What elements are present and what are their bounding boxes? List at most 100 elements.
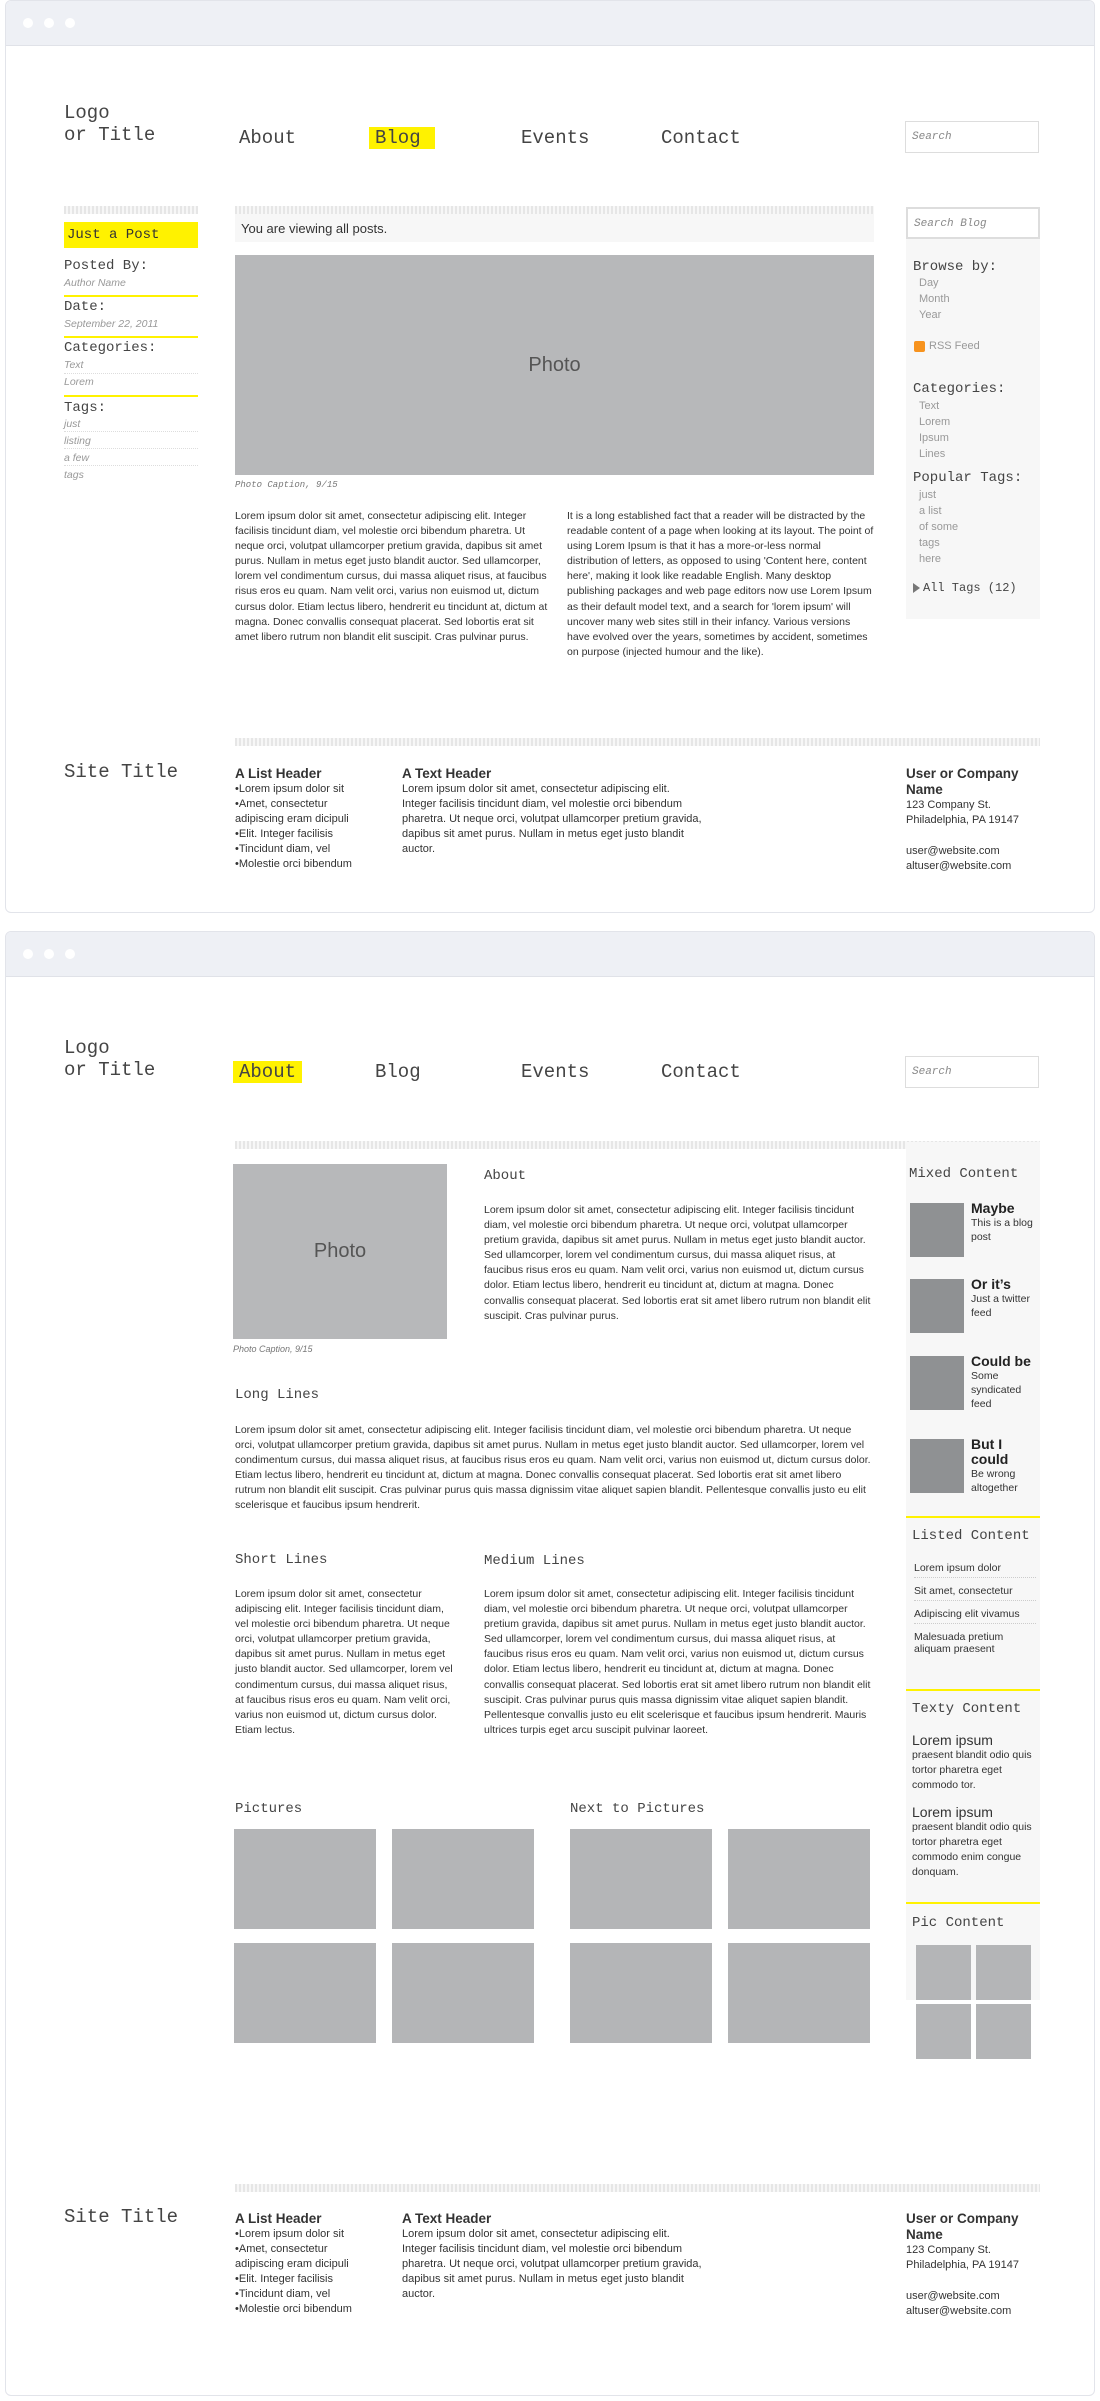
all-tags-link[interactable]: All Tags (12)	[913, 581, 1017, 595]
texty-content-label: Texty Content	[912, 1701, 1022, 1717]
categories-label: Categories:	[64, 340, 157, 356]
picture-placeholder[interactable]	[728, 1829, 870, 1929]
texty-item[interactable]: Lorem ipsum praesent blandit odio quis t…	[912, 1732, 1036, 1793]
window-dot-icon[interactable]	[65, 949, 75, 959]
category-link[interactable]: Text	[919, 398, 950, 414]
picture-placeholder[interactable]	[234, 1943, 376, 2043]
post-photo[interactable]: Photo	[235, 255, 874, 475]
window-dot-icon[interactable]	[44, 18, 54, 28]
search-input[interactable]: Search	[905, 1056, 1039, 1088]
sidebar-categories-list: Text Lorem Ipsum Lines	[919, 398, 950, 462]
tag-link[interactable]: here	[919, 551, 958, 567]
email-link[interactable]: altuser@website.com	[906, 859, 1011, 874]
mixed-content-label: Mixed Content	[909, 1166, 1019, 1182]
company-name: User or Company Name	[906, 766, 1019, 797]
nav-blog[interactable]: Blog	[369, 1061, 427, 1083]
tag-link[interactable]: listing	[64, 435, 198, 449]
tag-link[interactable]: just	[64, 418, 198, 432]
photo-caption: Photo Caption, 9/15	[233, 1344, 313, 1354]
post-body-col1: Lorem ipsum dolor sit amet, consectetur …	[235, 510, 548, 643]
window-dot-icon[interactable]	[44, 949, 54, 959]
tags-label: Tags:	[64, 400, 107, 416]
browse-year-link[interactable]: Year	[919, 307, 950, 323]
nav-about[interactable]: About	[233, 1061, 303, 1083]
email-link[interactable]: user@website.com	[906, 2289, 1011, 2304]
nav-blog[interactable]: Blog	[369, 127, 435, 149]
post-title[interactable]: Just a Post	[64, 222, 198, 248]
nav-events[interactable]: Events	[515, 1061, 595, 1083]
nav-contact[interactable]: Contact	[655, 127, 747, 149]
nav-contact[interactable]: Contact	[655, 1061, 747, 1083]
tag-link[interactable]: of some	[919, 519, 958, 535]
picture-placeholder[interactable]	[570, 1829, 712, 1929]
medium-lines-title: Medium Lines	[484, 1553, 585, 1569]
window-dot-icon[interactable]	[65, 18, 75, 28]
nav-about[interactable]: About	[233, 127, 302, 149]
mixed-thumb[interactable]	[910, 1439, 964, 1493]
picture-placeholder[interactable]	[728, 1943, 870, 2043]
browse-month-link[interactable]: Month	[919, 291, 950, 307]
rss-link[interactable]: RSS Feed	[914, 338, 980, 354]
tag-link[interactable]: a few	[64, 452, 198, 466]
mixed-item[interactable]: Could be Some syndicated feed	[971, 1354, 1037, 1411]
divider	[906, 1516, 1040, 1518]
tag-link[interactable]: tags	[919, 535, 958, 551]
logo[interactable]: Logo or Title	[64, 1037, 155, 1081]
category-link[interactable]: Text	[64, 359, 198, 374]
search-blog-input[interactable]: Search Blog	[906, 207, 1040, 239]
picture-placeholder[interactable]	[570, 1943, 712, 2043]
list-item[interactable]: Lorem ipsum dolor	[914, 1559, 1036, 1578]
triangle-right-icon	[913, 583, 920, 593]
picture-placeholder[interactable]	[234, 1829, 376, 1929]
email-link[interactable]: user@website.com	[906, 844, 1011, 859]
category-link[interactable]: Lines	[919, 446, 950, 462]
footer-list: •Lorem ipsum dolor sit •Amet, consectetu…	[235, 782, 385, 872]
author-name[interactable]: Author Name	[64, 277, 126, 289]
medium-lines-text: Lorem ipsum dolor sit amet, consectetur …	[484, 1588, 871, 1736]
mixed-thumb[interactable]	[910, 1203, 964, 1257]
nav-events[interactable]: Events	[515, 127, 595, 149]
footer-site-title[interactable]: Site Title	[64, 2206, 178, 2228]
company-emails: user@website.com altuser@website.com	[906, 2289, 1011, 2319]
search-input[interactable]: Search	[905, 121, 1039, 153]
tag-link[interactable]: tags	[64, 469, 198, 481]
listed-content-label: Listed Content	[912, 1528, 1030, 1544]
pic-thumb[interactable]	[976, 2004, 1031, 2059]
list-item: •Lorem ipsum dolor sit	[235, 783, 345, 795]
category-link[interactable]: Lorem	[64, 376, 198, 388]
category-link[interactable]: Ipsum	[919, 430, 950, 446]
about-photo[interactable]: Photo	[233, 1164, 447, 1339]
footer-site-title[interactable]: Site Title	[64, 761, 178, 783]
window-dot-icon[interactable]	[23, 949, 33, 959]
mixed-item[interactable]: But I could Be wrong altogether	[971, 1437, 1037, 1495]
mixed-item[interactable]: Maybe This is a blog post	[971, 1201, 1037, 1244]
browse-day-link[interactable]: Day	[919, 275, 950, 291]
mixed-item[interactable]: Or it’s Just a twitter feed	[971, 1277, 1037, 1320]
category-link[interactable]: Lorem	[919, 414, 950, 430]
divider	[64, 395, 198, 397]
mixed-thumb[interactable]	[910, 1279, 964, 1333]
picture-placeholder[interactable]	[392, 1829, 534, 1929]
list-item[interactable]: Malesuada pretium aliquam praesent	[914, 1624, 1036, 1658]
pic-content-label: Pic Content	[912, 1915, 1005, 1931]
pic-thumb[interactable]	[916, 2004, 971, 2059]
footer-divider	[235, 738, 1040, 746]
list-header: A List Header	[235, 766, 322, 781]
texty-item[interactable]: Lorem ipsum praesent blandit odio quis t…	[912, 1804, 1036, 1880]
window-dot-icon[interactable]	[23, 18, 33, 28]
pic-thumb[interactable]	[976, 1945, 1031, 2000]
mixed-thumb[interactable]	[910, 1356, 964, 1410]
list-item[interactable]: Sit amet, consectetur	[914, 1578, 1036, 1601]
text-header: A Text Header	[402, 2211, 492, 2226]
post-date: September 22, 2011	[64, 318, 159, 330]
tag-link[interactable]: a list	[919, 503, 958, 519]
tag-link[interactable]: just	[919, 487, 958, 503]
list-item[interactable]: Adipiscing elit vivamus	[914, 1601, 1036, 1624]
list-item: •Lorem ipsum dolor sit	[235, 2228, 345, 2240]
logo[interactable]: Logo or Title	[64, 102, 155, 146]
long-lines-text: Lorem ipsum dolor sit amet, consectetur …	[235, 1424, 871, 1512]
picture-placeholder[interactable]	[392, 1943, 534, 2043]
pic-thumb[interactable]	[916, 1945, 971, 2000]
browse-label: Browse by:	[913, 259, 998, 275]
email-link[interactable]: altuser@website.com	[906, 2304, 1011, 2319]
